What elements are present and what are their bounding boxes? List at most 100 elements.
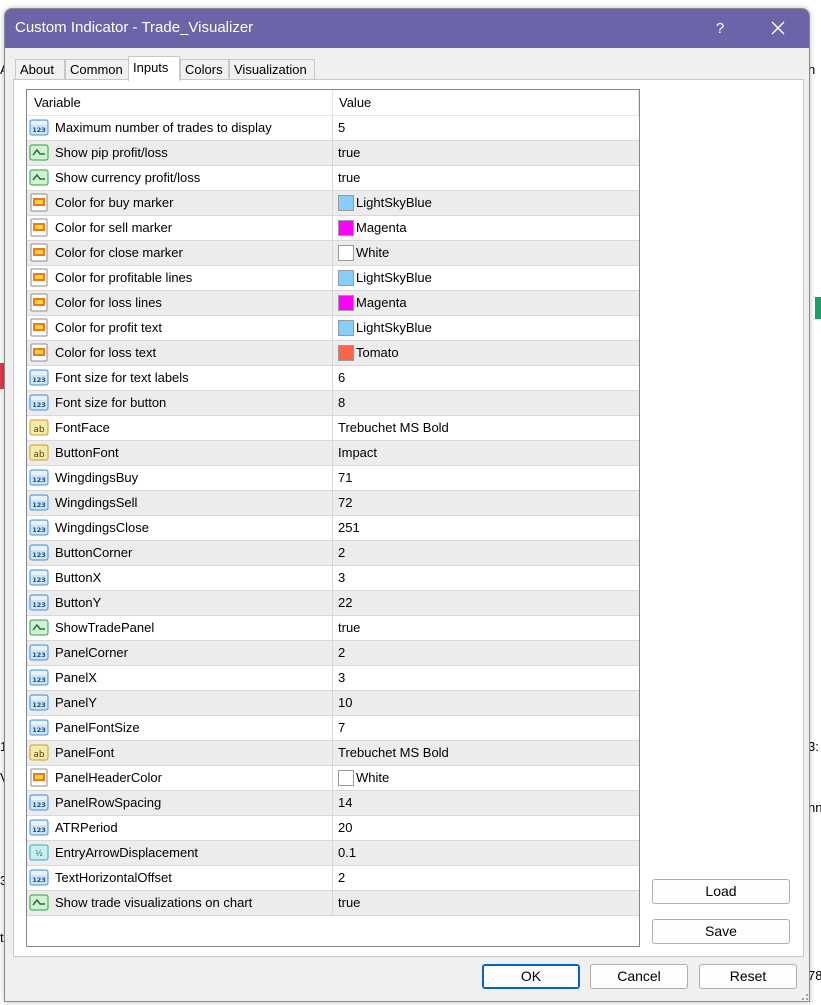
parameter-row[interactable]: 123 PanelFontSize 7 xyxy=(27,716,639,741)
parameter-row[interactable]: ab FontFace Trebuchet MS Bold xyxy=(27,416,639,441)
reset-button[interactable]: Reset xyxy=(699,964,797,989)
ok-button[interactable]: OK xyxy=(482,964,580,989)
parameter-value[interactable]: Trebuchet MS Bold xyxy=(338,420,449,435)
parameter-row[interactable]: 123 ButtonCorner 2 xyxy=(27,541,639,566)
parameter-name: PanelCorner xyxy=(55,645,128,660)
tab-common[interactable]: Common xyxy=(65,59,129,80)
integer-type-icon: 123 xyxy=(29,793,49,812)
parameter-row[interactable]: Show pip profit/loss true xyxy=(27,141,639,166)
column-divider xyxy=(332,591,333,615)
parameter-value[interactable]: 0.1 xyxy=(338,845,356,860)
parameter-value[interactable]: 251 xyxy=(338,520,360,535)
tab-colors[interactable]: Colors xyxy=(180,59,229,80)
parameter-value[interactable]: 20 xyxy=(338,820,352,835)
parameter-row[interactable]: 123 PanelCorner 2 xyxy=(27,641,639,666)
parameter-row[interactable]: ShowTradePanel true xyxy=(27,616,639,641)
color-swatch[interactable] xyxy=(338,345,354,361)
parameter-row[interactable]: 123 TextHorizontalOffset 2 xyxy=(27,866,639,891)
tab-inputs[interactable]: Inputs xyxy=(128,56,180,81)
parameter-row[interactable]: Show currency profit/loss true xyxy=(27,166,639,191)
parameter-row[interactable]: 123 PanelY 10 xyxy=(27,691,639,716)
parameter-value[interactable]: LightSkyBlue xyxy=(356,270,432,285)
color-swatch[interactable] xyxy=(338,245,354,261)
parameter-row[interactable]: Color for profit text LightSkyBlue xyxy=(27,316,639,341)
parameter-row[interactable]: 123 PanelRowSpacing 14 xyxy=(27,791,639,816)
color-swatch[interactable] xyxy=(338,295,354,311)
parameter-row[interactable]: PanelHeaderColor White xyxy=(27,766,639,791)
parameter-name: WingdingsClose xyxy=(55,520,149,535)
load-button[interactable]: Load xyxy=(652,879,790,904)
color-swatch[interactable] xyxy=(338,195,354,211)
tab-visualization[interactable]: Visualization xyxy=(229,59,315,80)
parameter-row[interactable]: 123 WingdingsClose 251 xyxy=(27,516,639,541)
parameter-value[interactable]: 10 xyxy=(338,695,352,710)
parameter-value[interactable]: White xyxy=(356,245,389,260)
parameter-row[interactable]: 123 Font size for text labels 6 xyxy=(27,366,639,391)
parameter-value[interactable]: 2 xyxy=(338,545,345,560)
parameter-value[interactable]: 6 xyxy=(338,370,345,385)
parameter-value[interactable]: LightSkyBlue xyxy=(356,195,432,210)
resize-grip-icon[interactable] xyxy=(797,989,809,1001)
color-swatch[interactable] xyxy=(338,770,354,786)
parameter-value[interactable]: 2 xyxy=(338,645,345,660)
parameter-value[interactable]: true xyxy=(338,895,360,910)
color-swatch[interactable] xyxy=(338,220,354,236)
column-divider[interactable] xyxy=(332,90,333,115)
title-bar[interactable]: Custom Indicator - Trade_Visualizer ? xyxy=(5,9,809,48)
parameter-name: Color for buy marker xyxy=(55,195,174,210)
parameter-value[interactable]: 7 xyxy=(338,720,345,735)
parameter-value[interactable]: Magenta xyxy=(356,220,407,235)
parameter-row[interactable]: 123 ATRPeriod 20 xyxy=(27,816,639,841)
color-swatch[interactable] xyxy=(338,270,354,286)
parameter-row[interactable]: 123 WingdingsBuy 71 xyxy=(27,466,639,491)
column-header-variable[interactable]: Variable xyxy=(34,95,81,110)
tab-about[interactable]: About xyxy=(15,59,65,80)
parameter-row[interactable]: Color for loss lines Magenta xyxy=(27,291,639,316)
parameter-row[interactable]: 123 WingdingsSell 72 xyxy=(27,491,639,516)
cancel-button[interactable]: Cancel xyxy=(590,964,688,989)
parameter-value[interactable]: 71 xyxy=(338,470,352,485)
parameter-row[interactable]: ½ EntryArrowDisplacement 0.1 xyxy=(27,841,639,866)
parameter-value[interactable]: Impact xyxy=(338,445,377,460)
parameter-value[interactable]: true xyxy=(338,145,360,160)
parameter-row[interactable]: Color for loss text Tomato xyxy=(27,341,639,366)
parameter-row[interactable]: 123 ButtonY 22 xyxy=(27,591,639,616)
parameter-row[interactable]: ab ButtonFont Impact xyxy=(27,441,639,466)
parameter-value[interactable]: 3 xyxy=(338,570,345,585)
parameter-value[interactable]: 5 xyxy=(338,120,345,135)
parameter-row[interactable]: Color for buy marker LightSkyBlue xyxy=(27,191,639,216)
parameter-value[interactable]: 3 xyxy=(338,670,345,685)
parameter-value[interactable]: 72 xyxy=(338,495,352,510)
parameter-row[interactable]: ab PanelFont Trebuchet MS Bold xyxy=(27,741,639,766)
parameter-row[interactable]: Show trade visualizations on chart true xyxy=(27,891,639,916)
parameter-row[interactable]: Color for profitable lines LightSkyBlue xyxy=(27,266,639,291)
parameter-value[interactable]: LightSkyBlue xyxy=(356,320,432,335)
integer-type-icon: 123 xyxy=(29,693,49,712)
parameter-row[interactable]: Color for sell marker Magenta xyxy=(27,216,639,241)
color-type-icon xyxy=(29,268,49,287)
help-button[interactable]: ? xyxy=(705,17,735,41)
parameter-row[interactable]: 123 PanelX 3 xyxy=(27,666,639,691)
parameter-row[interactable]: 123 Maximum number of trades to display 5 xyxy=(27,116,639,141)
parameter-row[interactable]: 123 Font size for button 8 xyxy=(27,391,639,416)
color-swatch[interactable] xyxy=(338,320,354,336)
parameter-value[interactable]: 2 xyxy=(338,870,345,885)
column-header-value[interactable]: Value xyxy=(339,95,371,110)
svg-text:123: 123 xyxy=(32,376,46,384)
boolean-type-icon xyxy=(29,168,49,187)
parameter-row[interactable]: 123 ButtonX 3 xyxy=(27,566,639,591)
save-button[interactable]: Save xyxy=(652,919,790,944)
parameter-value[interactable]: 14 xyxy=(338,795,352,810)
parameter-value[interactable]: 22 xyxy=(338,595,352,610)
parameter-value[interactable]: Tomato xyxy=(356,345,399,360)
parameter-value[interactable]: true xyxy=(338,620,360,635)
parameter-value[interactable]: Magenta xyxy=(356,295,407,310)
parameter-value[interactable]: true xyxy=(338,170,360,185)
parameter-row[interactable]: Color for close marker White xyxy=(27,241,639,266)
svg-text:123: 123 xyxy=(32,826,46,834)
parameter-value[interactable]: 8 xyxy=(338,395,345,410)
close-button[interactable] xyxy=(761,15,795,43)
parameter-value[interactable]: Trebuchet MS Bold xyxy=(338,745,449,760)
column-divider xyxy=(332,741,333,765)
parameter-value[interactable]: White xyxy=(356,770,389,785)
